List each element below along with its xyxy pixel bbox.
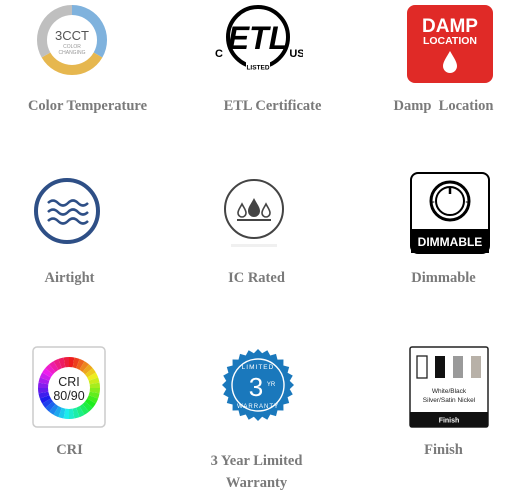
- wind-waves-icon: [32, 176, 102, 251]
- finish-colors-text-1: White/Black: [432, 388, 467, 395]
- dimmable-icon: − + DIMMABLE: [410, 172, 490, 259]
- satin-nickel-swatch: [471, 356, 481, 378]
- finish-swatches-icon: White/Black Silver/Satin Nickel Finish: [409, 346, 489, 433]
- warranty-label-line-1: 3 Year Limited: [210, 453, 303, 469]
- etl-certificate-label: ETL Certificate: [223, 98, 322, 114]
- airtight-label: Airtight: [44, 270, 95, 286]
- drops-icon: [221, 176, 287, 253]
- location-text: LOCATION: [423, 35, 477, 47]
- cri-label: CRI: [56, 442, 83, 458]
- etl-listed-text: LISTED: [246, 65, 269, 72]
- feature-dimmable: − + DIMMABLE Dimmable: [342, 160, 513, 300]
- feature-damp-location: DAMP LOCATION Damp Location: [342, 0, 513, 130]
- etl-mark-text: ETL: [228, 20, 288, 56]
- dimmable-label: Dimmable: [411, 270, 476, 286]
- dimmer-plus-icon: +: [465, 197, 470, 207]
- cri-text: CRI: [58, 375, 80, 389]
- warranty-top-text: LIMITED: [242, 364, 275, 371]
- cct-sub-text-2: CHANGING: [59, 50, 86, 56]
- warranty-number-text: 3: [249, 372, 263, 402]
- feature-finish: White/Black Silver/Satin Nickel Finish F…: [342, 340, 513, 494]
- cct-main-text: 3CCT: [55, 28, 89, 43]
- damp-location-icon: DAMP LOCATION: [407, 5, 493, 88]
- etl-us-text: US: [289, 48, 303, 60]
- cri-icon: CRI 80/90: [32, 346, 106, 433]
- white-swatch: [416, 355, 428, 379]
- finish-footer-text: Finish: [439, 418, 460, 425]
- cri-value-text: 80/90: [53, 389, 84, 403]
- warranty-suffix-text: YR: [267, 382, 276, 388]
- feature-warranty: LIMITED 3 YR WARRANTY 3 Year Limited War…: [171, 340, 342, 494]
- feature-ic-rated: IC Rated: [171, 160, 342, 300]
- dimmer-minus-icon: −: [429, 197, 434, 207]
- silver-swatch: [453, 356, 463, 378]
- damp-text: DAMP: [422, 16, 478, 37]
- damp-location-label: Damp Location: [393, 98, 494, 114]
- warranty-bottom-text: WARRANTY: [237, 404, 279, 410]
- feature-etl-certificate: ETL C US LISTED ETL Certificate: [171, 0, 342, 130]
- etl-c-text: C: [215, 48, 223, 60]
- color-temperature-icon: 3CCT COLOR CHANGING: [36, 4, 108, 81]
- ic-rated-label: IC Rated: [228, 270, 285, 286]
- finish-label: Finish: [424, 442, 463, 458]
- feature-cri: CRI 80/90 CRI: [0, 340, 171, 494]
- feature-airtight: Airtight: [0, 160, 171, 300]
- black-swatch: [435, 356, 445, 378]
- warranty-seal-icon: LIMITED 3 YR WARRANTY: [221, 348, 295, 427]
- feature-color-temperature: 3CCT COLOR CHANGING Color Temperature: [0, 0, 171, 130]
- warranty-label-line-2: Warranty: [225, 475, 288, 491]
- dimmable-badge-text: DIMMABLE: [418, 235, 483, 249]
- etl-listed-icon: ETL C US LISTED: [213, 2, 305, 81]
- color-temperature-label: Color Temperature: [27, 98, 148, 114]
- finish-colors-text-2: Silver/Satin Nickel: [423, 397, 476, 404]
